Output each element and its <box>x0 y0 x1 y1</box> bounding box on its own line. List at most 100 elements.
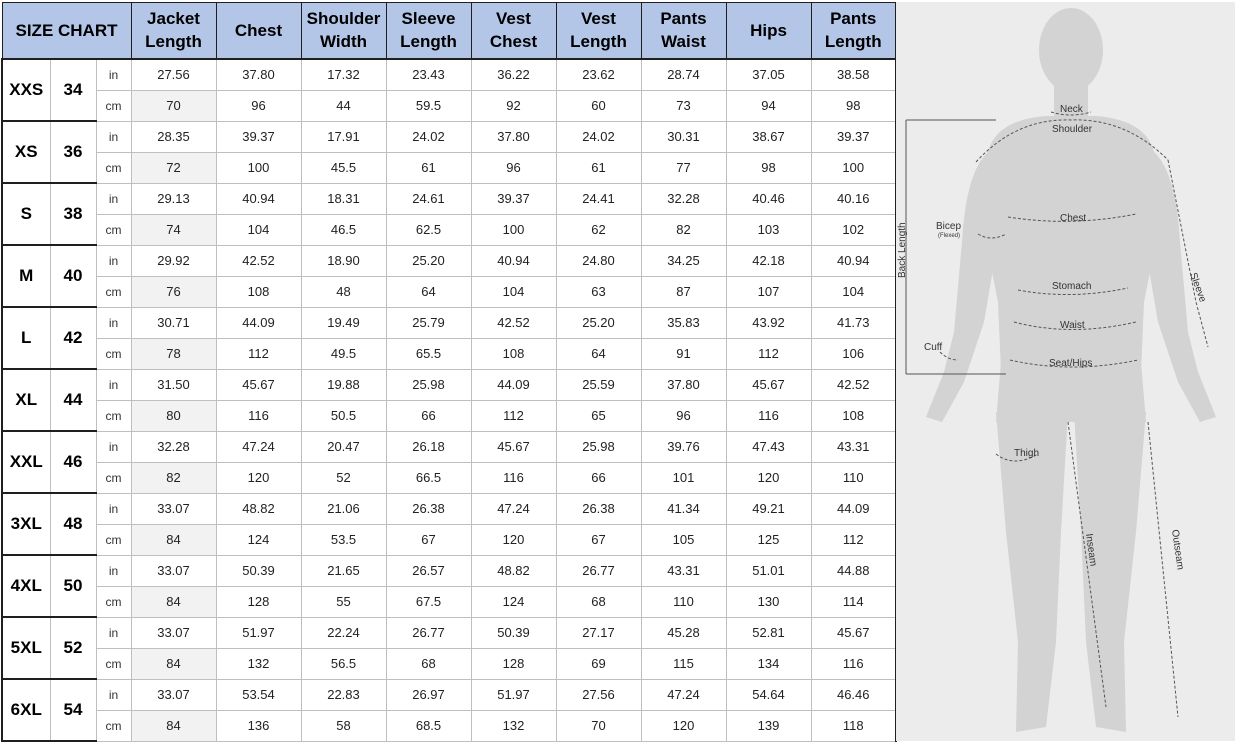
value-cell: 55 <box>300 585 387 618</box>
value-cell: 77 <box>640 151 727 184</box>
value-cell: 24.41 <box>555 182 642 215</box>
size-label-cell: 6XL <box>1 678 51 742</box>
unit-cell: cm <box>95 709 132 742</box>
body-measurement-figure: Neck Shoulder Chest Bicep (Flexed) Stoma… <box>896 2 1235 741</box>
value-cell: 47.43 <box>725 430 812 463</box>
size-number-cell: 50 <box>49 554 97 618</box>
size-label-cell: L <box>1 306 51 370</box>
size-label-cell: XXL <box>1 430 51 494</box>
value-cell: 37.80 <box>470 120 557 153</box>
unit-cell: cm <box>95 275 132 308</box>
table-row: cm 84 124 53.5 67 120 67 105 125 112 <box>2 523 897 556</box>
value-cell: 37.80 <box>640 368 727 401</box>
value-cell: 100 <box>810 151 897 184</box>
value-cell: 25.59 <box>555 368 642 401</box>
header-shoulder-width: Shoulder Width <box>300 2 387 60</box>
value-cell: 24.02 <box>555 120 642 153</box>
value-cell: 47.24 <box>640 678 727 711</box>
unit-cell: cm <box>95 647 132 680</box>
header-row: SIZE CHART Jacket Length Chest Shoulder Wi… <box>1 2 897 60</box>
size-number-cell: 48 <box>49 492 97 556</box>
value-cell: 100 <box>215 151 302 184</box>
value-cell: 42.18 <box>725 244 812 277</box>
value-cell: 73 <box>640 89 727 122</box>
body-silhouette-svg: Neck Shoulder Chest Bicep (Flexed) Stoma… <box>896 2 1235 741</box>
value-cell: 61 <box>385 151 472 184</box>
value-cell: 70 <box>555 709 642 742</box>
value-cell: 38.58 <box>810 58 897 91</box>
value-cell: 40.94 <box>215 182 302 215</box>
value-cell: 26.77 <box>385 616 472 649</box>
value-cell: 50.39 <box>470 616 557 649</box>
value-cell: 96 <box>640 399 727 432</box>
value-cell: 45.67 <box>725 368 812 401</box>
value-cell: 33.07 <box>130 616 217 649</box>
value-cell: 70 <box>130 89 217 122</box>
value-cell: 29.92 <box>130 244 217 277</box>
value-cell: 17.32 <box>300 58 387 91</box>
value-cell: 52.81 <box>725 616 812 649</box>
size-label-cell: S <box>1 182 51 246</box>
value-cell: 139 <box>725 709 812 742</box>
size-number-cell: 54 <box>49 678 97 742</box>
table-row: XL 44 in 31.50 45.67 19.88 25.98 44.09 25.59 37.8… <box>1 368 897 432</box>
value-cell: 42.52 <box>215 244 302 277</box>
table-row: S 38 in 29.13 40.94 18.31 24.61 39.37 24.41 32.28… <box>1 182 897 246</box>
table-row: 6XL 54 in 33.07 53.54 22.83 26.97 51.97 27.56 47.… <box>1 678 897 742</box>
value-cell: 22.24 <box>300 616 387 649</box>
value-cell: 53.5 <box>300 523 387 556</box>
value-cell: 91 <box>640 337 727 370</box>
value-cell: 64 <box>555 337 642 370</box>
value-cell: 51.97 <box>470 678 557 711</box>
value-cell: 27.56 <box>130 58 217 91</box>
value-cell: 42.52 <box>470 306 557 339</box>
value-cell: 25.98 <box>555 430 642 463</box>
value-cell: 28.35 <box>130 120 217 153</box>
value-cell: 120 <box>470 523 557 556</box>
value-cell: 130 <box>725 585 812 618</box>
table-row: cm 84 136 58 68.5 132 70 120 139 118 <box>2 709 897 742</box>
table-row: cm 84 132 56.5 68 128 69 115 134 116 <box>2 647 897 680</box>
value-cell: 74 <box>130 213 217 246</box>
value-cell: 107 <box>725 275 812 308</box>
header-sleeve-length: Sleeve Length <box>385 2 472 60</box>
value-cell: 44 <box>300 89 387 122</box>
value-cell: 56.5 <box>300 647 387 680</box>
unit-cell: in <box>95 430 132 463</box>
unit-cell: in <box>95 678 132 711</box>
value-cell: 43.31 <box>640 554 727 587</box>
value-cell: 112 <box>725 337 812 370</box>
torso-shape <box>984 116 1158 372</box>
value-cell: 21.65 <box>300 554 387 587</box>
value-cell: 32.28 <box>640 182 727 215</box>
table-row: cm 76 108 48 64 104 63 87 107 104 <box>2 275 897 308</box>
value-cell: 72 <box>130 151 217 184</box>
value-cell: 34.25 <box>640 244 727 277</box>
stomach-label: Stomach <box>1052 281 1091 292</box>
value-cell: 49.5 <box>300 337 387 370</box>
value-cell: 114 <box>810 585 897 618</box>
size-number-cell: 46 <box>49 430 97 494</box>
table-row: 3XL 48 in 33.07 48.82 21.06 26.38 47.24 26.38 41.… <box>1 492 897 556</box>
size-number-cell: 42 <box>49 306 97 370</box>
value-cell: 134 <box>725 647 812 680</box>
value-cell: 30.71 <box>130 306 217 339</box>
value-cell: 128 <box>215 585 302 618</box>
value-cell: 25.98 <box>385 368 472 401</box>
value-cell: 66 <box>385 399 472 432</box>
value-cell: 124 <box>215 523 302 556</box>
value-cell: 108 <box>470 337 557 370</box>
unit-cell: in <box>95 368 132 401</box>
value-cell: 25.79 <box>385 306 472 339</box>
value-cell: 26.77 <box>555 554 642 587</box>
table-row: XXL 46 in 32.28 47.24 20.47 26.18 45.67 25.98 39.… <box>1 430 897 494</box>
bicep-label: Bicep <box>936 221 961 232</box>
value-cell: 40.94 <box>470 244 557 277</box>
header-pants-waist: Pants Waist <box>640 2 727 60</box>
value-cell: 132 <box>215 647 302 680</box>
value-cell: 51.97 <box>215 616 302 649</box>
table-row: cm 72 100 45.5 61 96 61 77 98 100 <box>2 151 897 184</box>
value-cell: 87 <box>640 275 727 308</box>
value-cell: 110 <box>640 585 727 618</box>
value-cell: 41.34 <box>640 492 727 525</box>
